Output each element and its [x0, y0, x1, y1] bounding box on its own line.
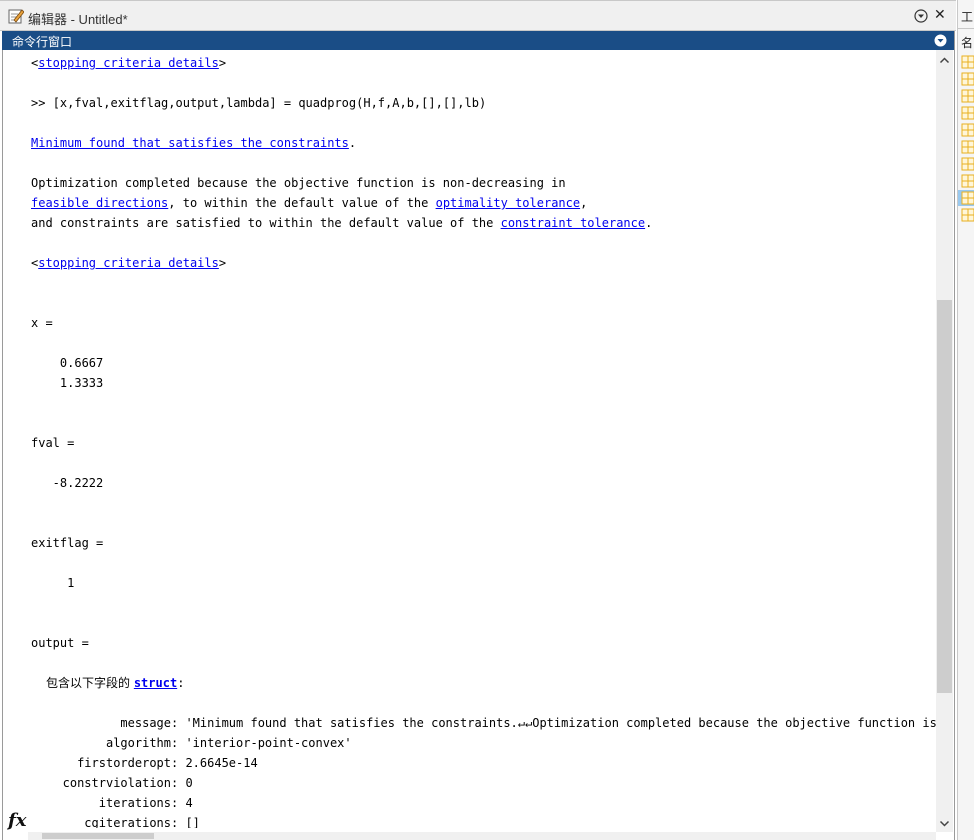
output-line: <stopping criteria details> [31, 56, 227, 70]
grid-variable-icon[interactable] [961, 174, 974, 188]
struct-link[interactable]: struct [134, 676, 177, 690]
command-line: >> [x,fval,exitflag,output,lambda] = qua… [31, 96, 486, 110]
variable-value: 0.6667 [31, 356, 104, 370]
punctuation: , [580, 196, 588, 210]
edit-pencil-icon [8, 9, 24, 24]
struct-field: firstorderopt: 2.6645e-14 [31, 756, 258, 770]
circle-down-icon[interactable] [934, 34, 947, 47]
struct-field: constrviolation: 0 [31, 776, 193, 790]
variable-value: 1.3333 [31, 376, 104, 390]
field-value: 'interior-point-convex' [185, 736, 352, 750]
struct-field: iterations: 4 [31, 796, 193, 810]
grid-variable-icon[interactable] [961, 208, 974, 222]
struct-prefix: 包含以下字段的 [46, 676, 134, 690]
editor-tab-bar: 编辑器 - Untitled* ✕ [0, 0, 956, 31]
grid-variable-icon[interactable] [961, 89, 974, 103]
field-name: constrviolation [62, 776, 171, 790]
variable-label: x = [31, 316, 53, 330]
feasible-directions-link[interactable]: feasible directions [31, 196, 168, 210]
scroll-up-icon[interactable] [939, 55, 950, 66]
grid-variable-icon[interactable] [958, 190, 974, 206]
field-value: 4 [185, 796, 193, 810]
optimality-tolerance-link[interactable]: optimality tolerance [436, 196, 581, 210]
constraint-tolerance-link[interactable]: constraint tolerance [501, 216, 646, 230]
field-value: [] [185, 816, 200, 828]
grid-variable-icon[interactable] [961, 140, 974, 154]
variable-value: -8.2222 [31, 476, 104, 490]
output-line: <stopping criteria details> [31, 256, 227, 270]
punctuation: . [645, 216, 653, 230]
command-window-output[interactable]: <stopping criteria details> >> [x,fval,e… [31, 50, 936, 828]
field-value: 2.6645e-14 [185, 756, 258, 770]
vertical-scrollbar[interactable] [936, 50, 953, 832]
output-text: , to within the default value of the [168, 196, 436, 210]
grid-variable-icon[interactable] [961, 123, 974, 137]
grid-variable-icon[interactable] [961, 55, 974, 69]
field-value: 'Minimum found that satisfies the constr… [185, 716, 936, 730]
struct-field: algorithm: 'interior-point-convex' [31, 736, 352, 750]
frame-border [954, 31, 955, 840]
struct-description: 包含以下字段的 struct: [46, 676, 184, 690]
field-name: firstorderopt [77, 756, 171, 770]
workspace-panel: 工 名 [957, 0, 974, 840]
field-name: iterations [98, 796, 171, 810]
field-value: 0 [185, 776, 193, 790]
horizontal-scrollbar[interactable] [28, 832, 936, 840]
prompt-symbol: >> [31, 96, 53, 110]
field-name: algorithm [105, 736, 171, 750]
punctuation: . [348, 136, 357, 150]
editor-title[interactable]: 编辑器 - Untitled* [28, 9, 128, 28]
stopping-criteria-link[interactable]: stopping criteria details [38, 56, 219, 70]
command-text: [x,fval,exitflag,output,lambda] = quadpr… [52, 96, 487, 110]
scroll-down-icon[interactable] [939, 818, 950, 829]
frame-border [2, 50, 3, 840]
variable-label: output = [31, 636, 89, 650]
field-name: message [120, 716, 171, 730]
stopping-criteria-link[interactable]: stopping criteria details [38, 256, 219, 270]
minimum-found-link[interactable]: Minimum found that satisfies the constra… [31, 136, 349, 150]
grid-variable-icon[interactable] [961, 106, 974, 120]
struct-field: cgiterations: [] [31, 816, 200, 828]
variable-label: exitflag = [31, 536, 104, 550]
function-browser-icon[interactable]: fx [8, 810, 26, 831]
variable-label: fval = [31, 436, 75, 450]
variable-value: 1 [31, 576, 75, 590]
output-line: Optimization completed because the objec… [31, 176, 566, 190]
command-window-title: 命令行窗口 [12, 35, 73, 49]
variable-icon-list [958, 55, 974, 222]
field-name: cgiterations [84, 816, 171, 828]
command-window-header: 命令行窗口 [2, 31, 954, 50]
struct-field: message: 'Minimum found that satisfies t… [31, 716, 936, 730]
grid-variable-icon[interactable] [961, 157, 974, 171]
punctuation: : [177, 676, 185, 690]
output-line: feasible directions, to within the defau… [31, 196, 587, 210]
output-line: Minimum found that satisfies the constra… [31, 136, 356, 150]
output-text: and constraints are satisfied to within … [31, 216, 501, 230]
close-icon[interactable]: ✕ [934, 7, 946, 23]
scrollbar-thumb[interactable] [937, 300, 952, 693]
scrollbar-thumb[interactable] [42, 833, 154, 839]
output-line: and constraints are satisfied to within … [31, 216, 652, 230]
circle-down-icon[interactable] [914, 9, 928, 23]
grid-variable-icon[interactable] [961, 72, 974, 86]
